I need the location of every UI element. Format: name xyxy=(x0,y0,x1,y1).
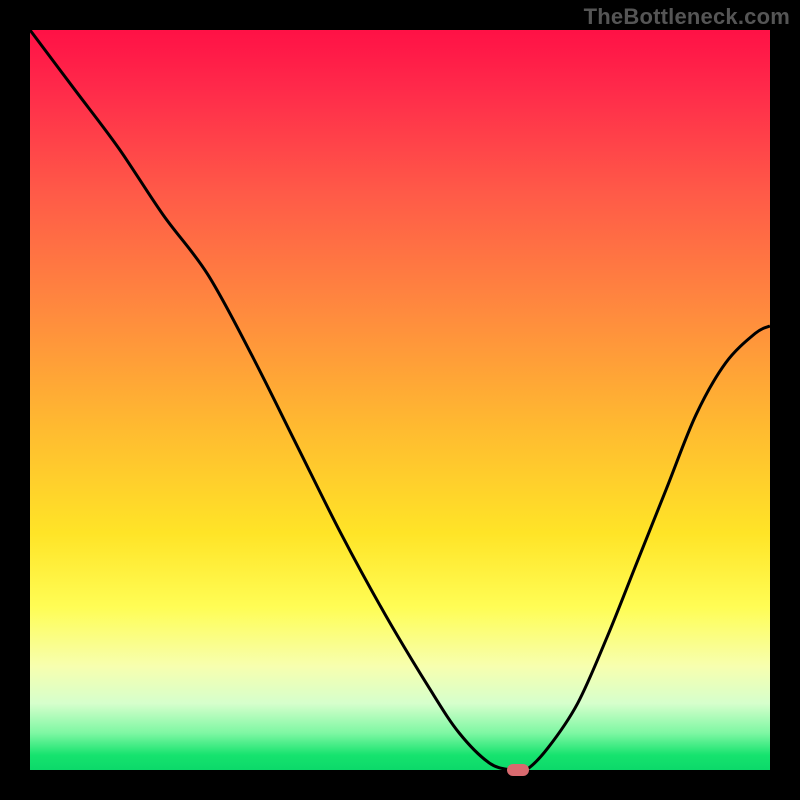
min-marker xyxy=(507,764,529,776)
curve-svg xyxy=(30,30,770,770)
curve-line xyxy=(30,30,770,770)
watermark-text: TheBottleneck.com xyxy=(584,4,790,30)
chart-frame: TheBottleneck.com xyxy=(0,0,800,800)
